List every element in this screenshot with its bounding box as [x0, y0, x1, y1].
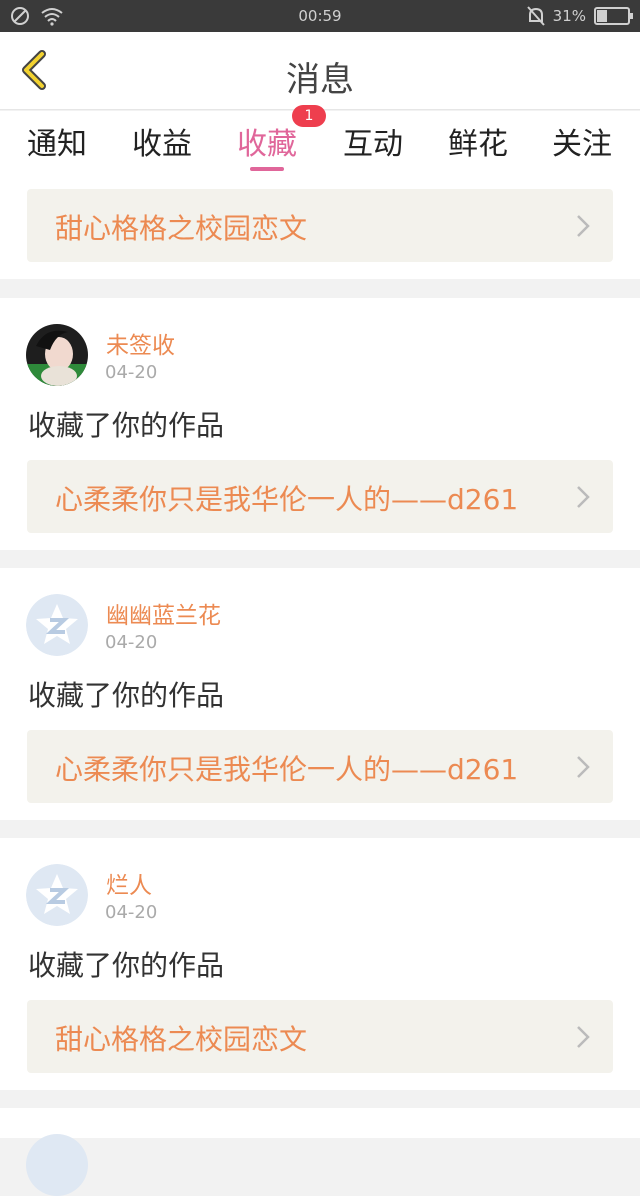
battery-icon [594, 7, 633, 25]
avatar[interactable] [26, 864, 88, 926]
nav-header: 消息 [0, 32, 640, 110]
list-item: 未签收 04-20 收藏了你的作品 心柔柔你只是我华伦一人的——d261 [0, 298, 640, 550]
tab-favorites[interactable]: 收藏 [227, 119, 307, 171]
tab-flowers[interactable]: 鲜花 [438, 119, 518, 163]
timestamp: 04-20 [105, 632, 158, 653]
avatar[interactable] [26, 594, 88, 656]
tab-notice[interactable]: 通知 [17, 119, 97, 163]
status-bar: 00:59 31% [0, 0, 640, 32]
battery-percent: 31% [552, 7, 586, 25]
status-right-icons: 31% [526, 6, 633, 26]
avatar[interactable] [26, 1134, 88, 1196]
default-avatar-icon [26, 594, 88, 656]
chevron-right-icon [577, 215, 590, 237]
user-name[interactable]: 烂人 [106, 866, 152, 900]
timestamp: 04-20 [105, 902, 158, 923]
bell-muted-icon [526, 6, 545, 26]
top-work-card: 甜心格格之校园恋文 [0, 171, 640, 279]
work-link[interactable]: 甜心格格之校园恋文 [27, 189, 613, 262]
chevron-right-icon [577, 486, 590, 508]
tab-label: 通知 [27, 127, 87, 162]
tab-label: 收益 [132, 127, 192, 162]
work-title: 心柔柔你只是我华伦一人的——d261 [55, 753, 519, 786]
unread-badge: 1 [292, 105, 326, 127]
chevron-right-icon [577, 1026, 590, 1048]
action-text: 收藏了你的作品 [28, 679, 225, 712]
work-title: 甜心格格之校园恋文 [55, 1023, 308, 1056]
tab-following[interactable]: 关注 [542, 119, 622, 163]
page-title: 消息 [286, 60, 354, 100]
default-avatar-icon [26, 864, 88, 926]
list-item: 烂人 04-20 收藏了你的作品 甜心格格之校园恋文 [0, 838, 640, 1090]
work-link[interactable]: 心柔柔你只是我华伦一人的——d261 [27, 730, 613, 803]
action-text: 收藏了你的作品 [28, 949, 225, 982]
timestamp: 04-20 [105, 362, 158, 383]
work-link[interactable]: 甜心格格之校园恋文 [27, 1000, 613, 1073]
list-item-partial [0, 1108, 640, 1196]
work-title: 甜心格格之校园恋文 [55, 212, 308, 245]
action-text: 收藏了你的作品 [28, 409, 225, 442]
tab-label: 鲜花 [448, 127, 508, 162]
work-link[interactable]: 心柔柔你只是我华伦一人的——d261 [27, 460, 613, 533]
user-name[interactable]: 幽幽蓝兰花 [106, 596, 221, 630]
list-item: 幽幽蓝兰花 04-20 收藏了你的作品 心柔柔你只是我华伦一人的——d261 [0, 568, 640, 820]
chevron-right-icon [577, 756, 590, 778]
user-name[interactable]: 未签收 [106, 326, 175, 360]
tab-label: 收藏 [237, 127, 297, 162]
avatar[interactable] [26, 324, 88, 386]
work-title: 心柔柔你只是我华伦一人的——d261 [55, 483, 519, 516]
tab-label: 关注 [552, 127, 612, 162]
tab-interaction[interactable]: 互动 [333, 119, 413, 163]
tab-bar: 通知 收益 收藏 1 互动 鲜花 关注 [0, 105, 640, 171]
avatar-photo-icon [26, 324, 88, 386]
tab-label: 互动 [343, 127, 403, 162]
tab-earnings[interactable]: 收益 [122, 119, 202, 163]
